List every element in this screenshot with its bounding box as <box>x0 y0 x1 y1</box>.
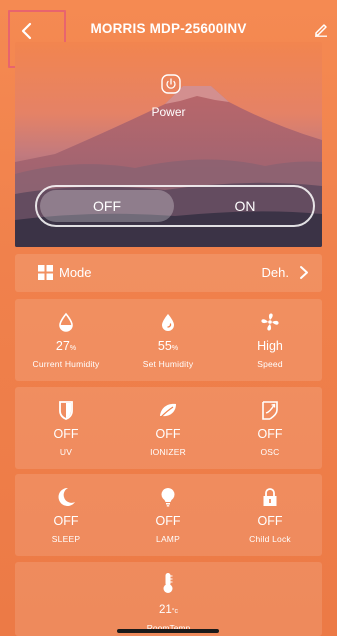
function-card-1: OFF UV OFF IONIZER OFF OSC <box>15 387 322 469</box>
uv-value: OFF <box>53 427 79 441</box>
oscillation-icon <box>262 401 278 420</box>
app-screen: MORRIS MDP-25600INV Power OFF ON Mode De… <box>0 0 337 636</box>
leaf-icon <box>160 403 176 418</box>
lock-icon <box>263 488 277 506</box>
droplet-filled-icon <box>162 314 174 331</box>
droplet-outline-icon <box>59 312 73 332</box>
lamp-label: LAMP <box>156 534 180 544</box>
grid-icon <box>38 265 53 280</box>
fan-icon <box>261 313 279 331</box>
child-lock-value: OFF <box>257 514 283 528</box>
osc-cell[interactable]: OFF OSC <box>219 387 321 469</box>
power-on-option[interactable]: ON <box>177 190 313 222</box>
child-lock-label: Child Lock <box>249 534 291 544</box>
room-temp-card: 21°c RoomTemp <box>15 562 322 636</box>
sleep-cell[interactable]: OFF SLEEP <box>15 474 117 556</box>
thermometer-icon <box>163 573 173 593</box>
moon-icon <box>58 487 75 506</box>
power-icon[interactable] <box>161 74 181 94</box>
room-temp-unit: °c <box>171 608 179 615</box>
lamp-cell[interactable]: OFF LAMP <box>117 474 219 556</box>
power-panel: Power OFF ON <box>15 42 322 247</box>
mode-value: Deh. <box>261 265 289 280</box>
speed-label: Speed <box>257 359 283 369</box>
home-indicator[interactable] <box>117 629 219 633</box>
osc-label: OSC <box>260 447 280 457</box>
sleep-label: SLEEP <box>51 534 81 544</box>
power-off-option[interactable]: OFF <box>40 190 174 222</box>
status-card: 27% Current Humidity 55% Set Humidity Hi… <box>15 299 322 381</box>
ionizer-cell[interactable]: OFF IONIZER <box>117 387 219 469</box>
set-humidity-cell[interactable]: 55% Set Humidity <box>117 299 219 381</box>
speed-cell[interactable]: High Speed <box>219 299 321 381</box>
current-humidity-label: Current Humidity <box>32 359 100 369</box>
room-temp-value: 21 <box>158 604 172 616</box>
mode-row[interactable]: Mode Deh. <box>15 254 322 292</box>
ionizer-label: IONIZER <box>150 447 186 457</box>
power-label: Power <box>151 105 186 119</box>
set-humidity-unit: % <box>171 345 179 352</box>
set-humidity-label: Set Humidity <box>142 359 194 369</box>
uv-shield-icon <box>59 401 73 420</box>
function-card-2: OFF SLEEP OFF LAMP OFF Child Lock <box>15 474 322 556</box>
bulb-icon <box>161 487 175 507</box>
uv-cell[interactable]: OFF UV <box>15 387 117 469</box>
ionizer-value: OFF <box>155 427 181 441</box>
mode-label: Mode <box>59 265 92 280</box>
uv-label: UV <box>59 447 73 457</box>
current-humidity-value: 27 <box>55 339 70 353</box>
set-humidity-value: 55 <box>157 339 172 353</box>
lamp-value: OFF <box>155 514 181 528</box>
osc-value: OFF <box>257 427 283 441</box>
current-humidity-cell: 27% Current Humidity <box>15 299 117 381</box>
sleep-value: OFF <box>53 514 79 528</box>
chevron-right-icon <box>300 266 308 279</box>
power-toggle[interactable]: OFF ON <box>35 185 315 227</box>
current-humidity-unit: % <box>69 345 77 352</box>
page-title: MORRIS MDP-25600INV <box>90 21 247 36</box>
child-lock-cell[interactable]: OFF Child Lock <box>219 474 321 556</box>
speed-value: High <box>257 339 283 353</box>
pencil-icon[interactable] <box>313 21 329 37</box>
